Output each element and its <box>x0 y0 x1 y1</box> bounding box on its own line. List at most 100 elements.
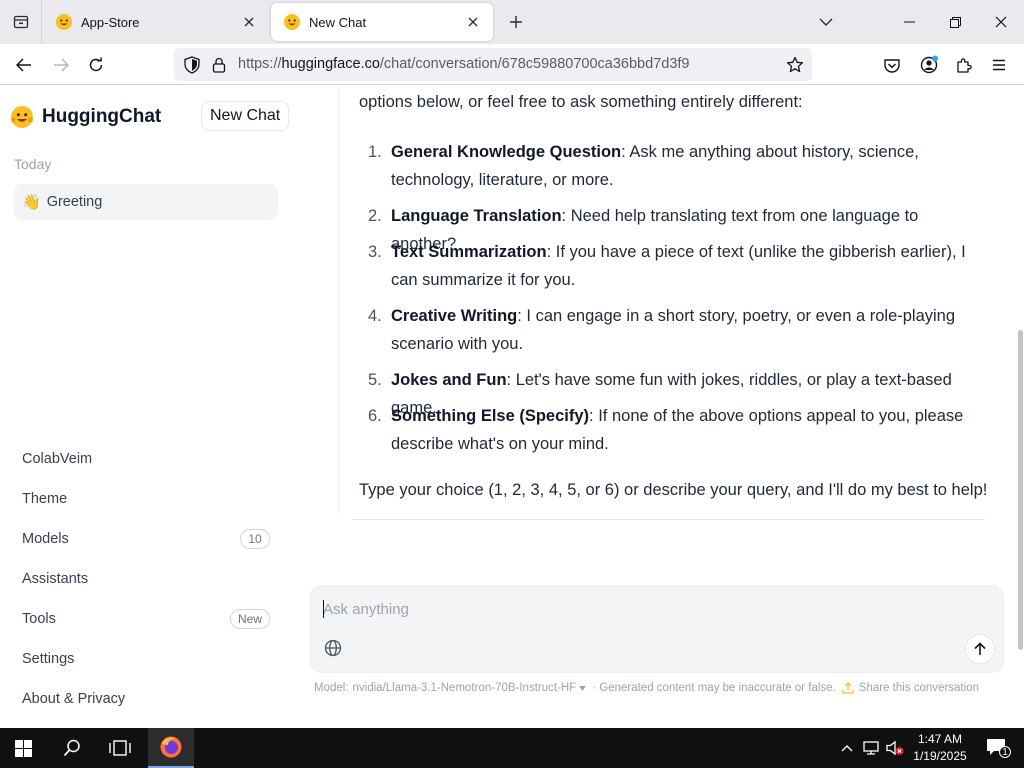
url-prefix: https:// <box>238 56 282 72</box>
lock-icon[interactable] <box>209 55 229 75</box>
list-item-text: General Knowledge Question: Ask me anyth… <box>391 138 976 194</box>
close-icon <box>468 17 478 27</box>
list-item: 6. Something Else (Specify): If none of … <box>368 402 968 458</box>
section-label-today: Today <box>14 156 52 172</box>
firefox-view-icon <box>13 15 28 29</box>
brand-name: HuggingChat <box>42 106 162 127</box>
sidebar-link-settings[interactable]: Settings <box>22 647 272 671</box>
conversation-title: Greeting <box>46 194 103 210</box>
conversation-item-greeting[interactable]: 👋 Greeting <box>14 184 278 220</box>
tab-close-button[interactable] <box>237 10 261 34</box>
app-menu-button[interactable] <box>984 50 1014 80</box>
tab-title: New Chat <box>309 14 367 30</box>
plus-icon <box>510 16 522 28</box>
arrow-up-icon <box>974 642 986 655</box>
tab-title: App-Store <box>81 14 140 30</box>
close-window-button[interactable] <box>978 0 1024 44</box>
search-button[interactable] <box>49 728 95 768</box>
url-path: /chat/conversation/678c59880700ca36bbd7d… <box>379 56 690 72</box>
taskbar-firefox[interactable] <box>148 728 194 768</box>
tab-app-store[interactable]: App-Store <box>43 0 269 44</box>
address-bar[interactable]: https://huggingface.co/chat/conversation… <box>174 48 812 81</box>
brand-logo-link[interactable]: HuggingChat <box>10 105 161 129</box>
show-hidden-icons-button[interactable] <box>836 728 858 768</box>
scrollbar[interactable] <box>1016 85 1024 728</box>
reload-button[interactable] <box>81 50 111 80</box>
list-item: 2. Language Translation: Need help trans… <box>368 202 968 253</box>
tab-new-chat[interactable]: New Chat <box>271 3 493 41</box>
sidebar-link-tools[interactable]: Tools New <box>22 607 272 631</box>
tracking-protection-shield-icon[interactable] <box>182 55 202 75</box>
sidebar-link-label: About & Privacy <box>22 691 126 707</box>
close-icon <box>995 16 1007 28</box>
extensions-button[interactable] <box>949 50 979 80</box>
new-tab-button[interactable] <box>502 8 530 36</box>
models-count-badge: 10 <box>240 529 270 549</box>
chat-input[interactable] <box>323 597 943 621</box>
web-search-toggle[interactable] <box>322 637 344 659</box>
arrow-left-icon <box>16 58 31 72</box>
send-button[interactable] <box>966 635 994 663</box>
list-item-number: 2. <box>368 207 382 225</box>
restore-window-button[interactable] <box>932 0 978 44</box>
hamburger-menu-icon <box>993 59 1005 71</box>
list-item: 1. General Knowledge Question: Ask me an… <box>368 138 968 194</box>
tab-close-button[interactable] <box>461 10 485 34</box>
list-item-title: Creative Writing <box>391 307 518 325</box>
list-item-title: Text Summarization <box>391 243 547 261</box>
model-selector-link[interactable]: nvidia/Llama-3.1-Nemotron-70B-Instruct-H… <box>353 682 577 694</box>
wave-emoji-icon: 👋 <box>22 194 41 211</box>
chat-main: options below, or feel free to ask somet… <box>290 85 1024 728</box>
sidebar-link-label: Theme <box>22 491 68 507</box>
disclaimer-text: · Generated content may be inaccurate or… <box>592 682 836 694</box>
caret-down-icon <box>579 685 587 691</box>
puzzle-icon <box>957 58 972 73</box>
task-view-button[interactable] <box>97 728 143 768</box>
list-item-number: 4. <box>368 307 382 325</box>
share-label: Share this conversation <box>858 682 979 694</box>
sidebar: HuggingChat New Chat Today 👋 Greeting Co… <box>0 85 290 728</box>
minimize-window-button[interactable] <box>886 0 932 44</box>
sidebar-link-theme[interactable]: Theme <box>22 487 272 511</box>
new-chat-button[interactable]: New Chat <box>201 101 290 131</box>
list-item-number: 3. <box>368 243 382 261</box>
pocket-button[interactable] <box>877 50 907 80</box>
hugging-face-logo-icon <box>11 106 33 128</box>
sidebar-link-assistants[interactable]: Assistants <box>22 567 272 591</box>
sidebar-link-colabveim[interactable]: ColabVeim <box>22 447 272 471</box>
forward-button[interactable] <box>46 50 76 80</box>
sidebar-link-label: ColabVeim <box>22 451 93 467</box>
account-button[interactable] <box>914 50 944 80</box>
url-text[interactable]: https://huggingface.co/chat/conversation… <box>238 56 689 72</box>
list-item-title: Language Translation <box>391 207 562 225</box>
start-button[interactable] <box>0 728 46 768</box>
model-label: Model: <box>314 682 349 694</box>
taskbar-clock[interactable]: 1:47 AM 1/19/2025 <box>908 731 972 765</box>
network-status-button[interactable] <box>860 728 882 768</box>
scrollbar-thumb[interactable] <box>1018 330 1023 650</box>
bookmark-star-icon[interactable] <box>785 55 805 75</box>
text-caret <box>323 600 324 618</box>
clock-date: 1/19/2025 <box>913 749 967 763</box>
chevron-down-icon <box>819 18 833 26</box>
back-button[interactable] <box>9 50 39 80</box>
list-all-tabs-button[interactable] <box>812 8 840 36</box>
sidebar-link-label: Settings <box>22 651 75 667</box>
firefox-view-button[interactable] <box>0 0 42 44</box>
network-icon <box>863 741 879 755</box>
share-conversation-link[interactable]: Share this conversation <box>842 682 979 694</box>
volume-muted-icon <box>886 740 904 756</box>
tools-new-badge: New <box>229 609 270 629</box>
reload-icon <box>89 57 103 72</box>
list-item-text: Text Summarization: If you have a piece … <box>391 238 976 294</box>
clock-time: 1:47 AM <box>917 732 963 746</box>
sidebar-link-about-privacy[interactable]: About & Privacy <box>22 687 272 711</box>
url-domain: huggingface.co <box>281 56 380 72</box>
action-center-button[interactable]: 1 <box>978 728 1018 768</box>
chat-composer <box>310 585 1004 673</box>
windows-logo-icon <box>14 739 32 757</box>
volume-button[interactable] <box>884 728 906 768</box>
pocket-icon <box>884 58 900 73</box>
windows-taskbar: 1:47 AM 1/19/2025 1 <box>0 728 1024 768</box>
sidebar-link-models[interactable]: Models 10 <box>22 527 272 551</box>
